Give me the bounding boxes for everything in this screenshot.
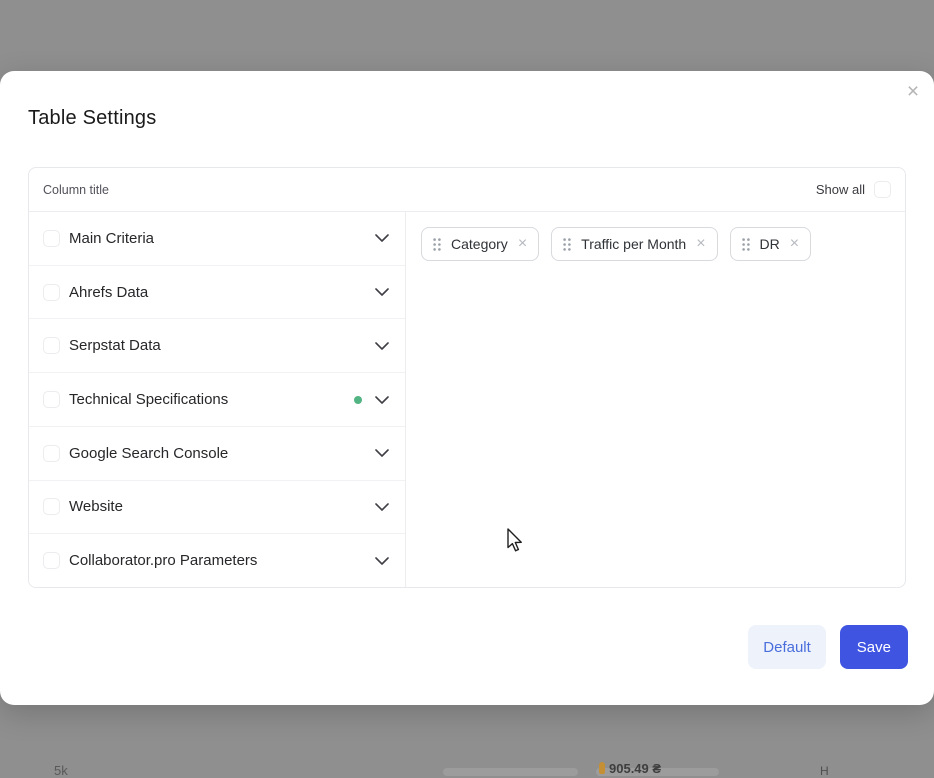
chevron-down-icon[interactable] [375,503,389,511]
close-icon[interactable]: × [900,79,926,105]
background-pill-fragment [596,768,719,776]
drag-handle-icon[interactable] [563,238,571,251]
background-price-fragment: 905.49 ₴ [609,761,661,776]
chip-label: Traffic per Month [581,236,686,252]
category-label: Google Search Console [69,445,375,462]
column-title-label: Column title [43,183,109,197]
category-label: Website [69,498,375,515]
chevron-down-icon[interactable] [375,234,389,242]
panel-body: Main Criteria Ahrefs Data Serpstat Data [29,212,905,587]
chip-label: DR [760,236,780,252]
selected-columns-area: Category × Traffic per Month × [406,212,905,587]
background-traffic-fragment: 5k [54,763,68,778]
category-checkbox[interactable] [43,552,60,569]
table-settings-modal: × Table Settings Column title Show all M… [0,71,934,705]
modal-title: Table Settings [28,107,156,130]
drag-handle-icon[interactable] [433,238,441,251]
hot-price-icon [599,762,605,774]
active-indicator-dot [354,396,362,404]
show-all-checkbox[interactable] [874,181,891,198]
background-pill-fragment [443,768,578,776]
category-row-main-criteria[interactable]: Main Criteria [29,212,405,266]
category-checkbox[interactable] [43,337,60,354]
category-row-serpstat-data[interactable]: Serpstat Data [29,319,405,373]
category-checkbox[interactable] [43,391,60,408]
panel-header: Column title Show all [29,168,905,212]
chip-remove-icon[interactable]: × [696,236,705,252]
chip-label: Category [451,236,508,252]
category-label: Serpstat Data [69,337,375,354]
chevron-down-icon[interactable] [375,288,389,296]
column-settings-panel: Column title Show all Main Criteria Ahre… [28,167,906,588]
default-button[interactable]: Default [748,625,826,669]
selected-column-chip-traffic-per-month[interactable]: Traffic per Month × [551,227,717,261]
category-checkbox[interactable] [43,498,60,515]
selected-column-chip-dr[interactable]: DR × [730,227,812,261]
category-row-collaborator-pro-parameters[interactable]: Collaborator.pro Parameters [29,534,405,587]
category-label: Main Criteria [69,230,375,247]
category-row-technical-specifications[interactable]: Technical Specifications [29,373,405,427]
chip-remove-icon[interactable]: × [790,236,799,252]
chevron-down-icon[interactable] [375,342,389,350]
category-label: Technical Specifications [69,391,354,408]
background-text-fragment: H [820,764,829,778]
show-all-control: Show all [816,181,891,198]
selected-column-chip-category[interactable]: Category × [421,227,539,261]
category-checkbox[interactable] [43,284,60,301]
save-button[interactable]: Save [840,625,908,669]
drag-handle-icon[interactable] [742,238,750,251]
chip-remove-icon[interactable]: × [518,236,527,252]
category-checkbox[interactable] [43,445,60,462]
category-row-google-search-console[interactable]: Google Search Console [29,427,405,481]
chevron-down-icon[interactable] [375,396,389,404]
category-row-ahrefs-data[interactable]: Ahrefs Data [29,266,405,320]
chevron-down-icon[interactable] [375,557,389,565]
category-checkbox[interactable] [43,230,60,247]
show-all-label: Show all [816,182,865,197]
category-label: Ahrefs Data [69,284,375,301]
category-row-website[interactable]: Website [29,481,405,535]
category-label: Collaborator.pro Parameters [69,552,375,569]
modal-footer: Default Save [748,625,908,669]
chevron-down-icon[interactable] [375,449,389,457]
category-list: Main Criteria Ahrefs Data Serpstat Data [29,212,406,587]
